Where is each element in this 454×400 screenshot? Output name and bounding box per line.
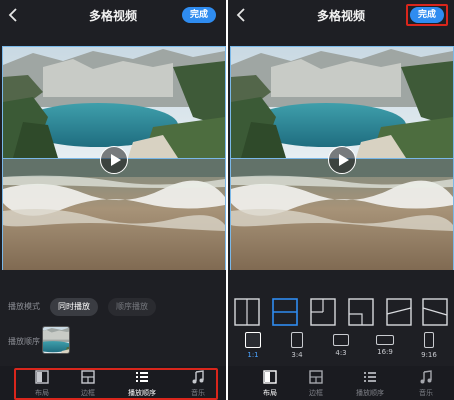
play-mode-label: 播放模式: [8, 302, 40, 311]
layout-option-diagonal-split[interactable]: [422, 298, 448, 326]
video-grid-preview: [230, 46, 454, 270]
ratio-shape: [291, 332, 303, 348]
tab-border-label: 边框: [309, 389, 323, 397]
bottom-tab-bar: 布局 边框 播放顺序 音乐: [228, 366, 454, 400]
border-icon: [309, 370, 323, 384]
clip-thumbnail[interactable]: [42, 326, 70, 354]
aspect-ratio-options: 1:1 3:4 4:3 16:9 9:16: [234, 332, 448, 366]
tab-play-order-label: 播放顺序: [356, 389, 384, 397]
ratio-option-16-9[interactable]: 16:9: [366, 332, 404, 366]
ratio-shape: [333, 334, 349, 346]
ratio-option-9-16[interactable]: 9:16: [410, 332, 448, 366]
tabs-highlight-box: [14, 368, 218, 400]
ratio-label: 9:16: [421, 351, 437, 359]
ratio-option-3-4[interactable]: 3:4: [278, 332, 316, 366]
ratio-label: 4:3: [335, 349, 347, 357]
video-cell-bottom[interactable]: [231, 159, 453, 270]
layout-option-three-grid[interactable]: [310, 298, 336, 326]
video-cell-top[interactable]: [3, 47, 225, 158]
top-bar: 多格视频 完成: [0, 0, 226, 30]
layout-options: [234, 298, 448, 328]
left-screen: 多格视频 完成 播放模式 同时播放 顺序播放 播放顺序 布局 边框 播放顺序 音…: [0, 0, 226, 400]
ratio-label: 16:9: [377, 348, 393, 356]
video-grid-preview: [2, 46, 226, 270]
play-order-label: 播放顺序: [8, 337, 40, 346]
right-screen: 多格视频 完成 1:1 3:4 4:3 16:9 9:16 布局 边框 播放顺序…: [228, 0, 454, 400]
bottom-tab-bar: 布局 边框 播放顺序 音乐: [0, 366, 226, 400]
video-cell-bottom[interactable]: [3, 159, 225, 270]
tab-music[interactable]: 音乐: [398, 370, 454, 398]
ratio-shape: [376, 335, 394, 345]
simultaneous-play-option[interactable]: 同时播放: [50, 298, 98, 316]
music-note-icon: [420, 370, 432, 384]
play-mode-row: 播放模式 同时播放 顺序播放: [8, 298, 223, 316]
ratio-shape: [245, 332, 261, 348]
layout-icon: [263, 370, 277, 384]
top-bar: 多格视频 完成: [228, 0, 454, 30]
layout-option-split-horizontal[interactable]: [272, 298, 298, 326]
layout-option-corner[interactable]: [348, 298, 374, 326]
video-cell-top[interactable]: [231, 47, 453, 158]
play-icon[interactable]: [328, 146, 356, 174]
tab-play-order[interactable]: 播放顺序: [342, 370, 398, 398]
layout-option-diagonal[interactable]: [386, 298, 412, 326]
done-highlight-box: [406, 4, 448, 26]
done-button[interactable]: 完成: [182, 7, 216, 23]
ratio-option-1-1[interactable]: 1:1: [234, 332, 272, 366]
ratio-label: 1:1: [247, 351, 259, 359]
sequential-play-option[interactable]: 顺序播放: [108, 298, 156, 316]
ratio-shape: [424, 332, 434, 348]
play-icon[interactable]: [100, 146, 128, 174]
ratio-label: 3:4: [291, 351, 303, 359]
tab-music-label: 音乐: [419, 389, 433, 397]
layout-option-single[interactable]: [234, 298, 260, 326]
ratio-option-4-3[interactable]: 4:3: [322, 332, 360, 366]
list-icon: [364, 372, 376, 382]
tab-border[interactable]: 边框: [288, 370, 344, 398]
